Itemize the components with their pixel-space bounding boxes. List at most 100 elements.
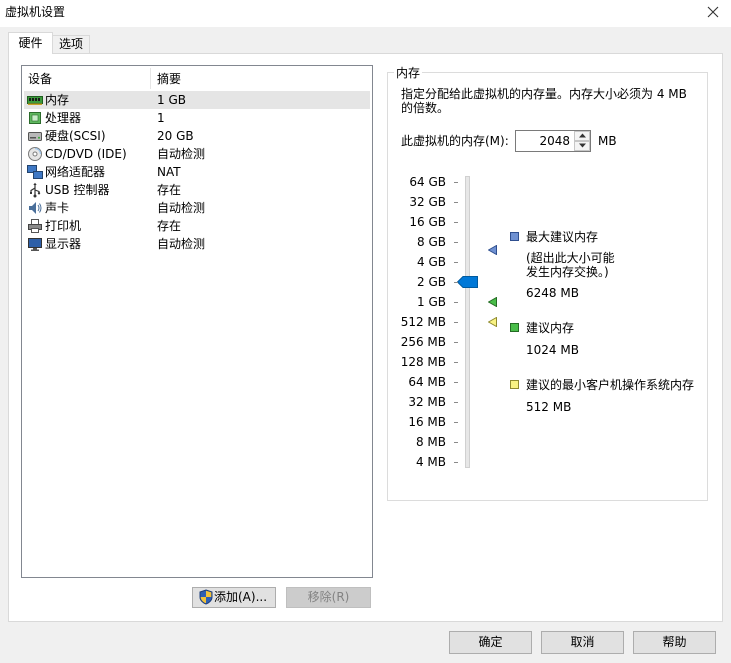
device-summary: 20 GB	[157, 129, 194, 143]
scale-label: 64 MB	[408, 375, 446, 389]
display-icon	[27, 236, 43, 252]
column-header-summary[interactable]: 摘要	[157, 72, 181, 86]
device-row-network-adapter[interactable]: 网络适配器 NAT	[24, 163, 370, 181]
cancel-button[interactable]: 取消	[541, 631, 624, 654]
scale-label: 512 MB	[400, 315, 446, 329]
network-adapter-icon	[27, 164, 43, 180]
spin-up-button[interactable]	[574, 131, 590, 141]
device-name: 处理器	[45, 111, 82, 125]
legend-recommended-value: 1024 MB	[526, 343, 579, 357]
add-device-button[interactable]: 添加(A)...	[192, 587, 276, 608]
device-summary: 自动检测	[157, 237, 206, 251]
up-arrow-icon	[578, 133, 586, 138]
scale-tick	[454, 342, 458, 343]
device-name: 声卡	[45, 201, 70, 215]
close-button[interactable]	[707, 6, 719, 18]
scale-label: 64 GB	[409, 175, 446, 189]
scale-tick	[454, 322, 458, 323]
device-row-usb-controller[interactable]: USB 控制器 存在	[24, 181, 370, 199]
memory-slider-track[interactable]	[465, 176, 470, 468]
memory-description-line: 指定分配给此虚拟机的内存量。内存大小必须为 4 MB	[401, 87, 687, 101]
hard-disk-icon	[27, 128, 43, 144]
device-row-display[interactable]: 显示器 自动检测	[24, 235, 370, 253]
device-summary: 1 GB	[157, 93, 186, 107]
device-name: CD/DVD (IDE)	[45, 147, 127, 161]
max-recommended-marker	[488, 244, 497, 255]
scale-label: 1 GB	[417, 295, 446, 309]
memory-group-title: 内存	[394, 66, 423, 80]
window-title: 虚拟机设置	[5, 5, 66, 19]
scale-label: 4 MB	[415, 455, 446, 469]
memory-description-line: 的倍数。	[401, 101, 450, 115]
device-summary: 自动检测	[157, 147, 206, 161]
help-button[interactable]: 帮助	[633, 631, 716, 654]
add-device-label: 添加(A)...	[214, 590, 268, 604]
min-guest-marker	[488, 317, 497, 327]
scale-tick	[454, 362, 458, 363]
device-name: 打印机	[45, 219, 82, 233]
spin-down-button[interactable]	[574, 141, 590, 151]
device-summary: NAT	[157, 165, 181, 179]
close-icon	[707, 6, 719, 18]
cd-dvd-icon	[27, 146, 43, 162]
scale-tick	[454, 242, 458, 243]
scale-label: 8 MB	[415, 435, 446, 449]
ok-button[interactable]: 确定	[449, 631, 532, 654]
scale-label: 32 MB	[408, 395, 446, 409]
scale-label: 8 GB	[417, 235, 446, 249]
remove-device-button[interactable]: 移除(R)	[286, 587, 371, 608]
device-row-printer[interactable]: 打印机 存在	[24, 217, 370, 235]
scale-tick	[454, 382, 458, 383]
legend-recommended-label: 建议内存	[526, 321, 575, 335]
device-row-processor[interactable]: 处理器 1	[24, 109, 370, 127]
column-header-device[interactable]: 设备	[28, 72, 52, 86]
printer-icon	[27, 218, 43, 234]
tab-hardware[interactable]: 硬件	[8, 32, 53, 54]
scale-label: 16 GB	[409, 215, 446, 229]
memory-slider-thumb[interactable]	[457, 276, 478, 288]
memory-icon	[27, 92, 43, 108]
scale-tick	[454, 262, 458, 263]
legend-max-recommended-note: (超出此大小可能	[526, 251, 615, 265]
device-summary: 1	[157, 111, 165, 125]
scale-tick	[454, 442, 458, 443]
memory-unit: MB	[598, 134, 617, 148]
recommended-swatch	[510, 323, 519, 332]
device-summary: 自动检测	[157, 201, 206, 215]
max-recommended-swatch	[510, 232, 519, 241]
device-name: USB 控制器	[45, 183, 110, 197]
device-row-cd-dvd[interactable]: CD/DVD (IDE) 自动检测	[24, 145, 370, 163]
scale-label: 2 GB	[417, 275, 446, 289]
tab-options[interactable]: 选项	[52, 35, 90, 53]
device-row-memory[interactable]: 内存 1 GB	[24, 91, 370, 109]
usb-icon	[27, 182, 43, 198]
device-name: 内存	[45, 93, 70, 107]
scale-label: 128 MB	[400, 355, 446, 369]
memory-slider: 64 GB 32 GB 16 GB 8 GB 4 GB 2 GB 1 GB 512 MB 256…	[400, 170, 500, 475]
scale-label: 16 MB	[408, 415, 446, 429]
title-bar	[0, 0, 731, 27]
device-summary: 存在	[157, 183, 182, 197]
scale-label: 32 GB	[409, 195, 446, 209]
recommended-marker	[488, 297, 497, 307]
device-name: 硬盘(SCSI)	[45, 129, 106, 143]
device-row-hard-disk[interactable]: 硬盘(SCSI) 20 GB	[24, 127, 370, 145]
uac-shield-icon	[198, 589, 214, 608]
legend-min-guest-label: 建议的最小客户机操作系统内存	[526, 378, 695, 392]
device-row-sound-card[interactable]: 声卡 自动检测	[24, 199, 370, 217]
device-summary: 存在	[157, 219, 182, 233]
device-rows: 内存 1 GB 处理器 1 硬盘(SCSI) 20 GB CD/DVD (IDE…	[24, 91, 370, 253]
scale-tick	[454, 402, 458, 403]
memory-size-spinner	[515, 130, 591, 152]
scale-label: 4 GB	[417, 255, 446, 269]
scale-tick	[454, 222, 458, 223]
legend-max-recommended-label: 最大建议内存	[526, 230, 599, 244]
device-list: 设备 摘要 内存 1 GB 处理器 1 硬盘(SCSI) 20 GB CD/DV…	[21, 65, 373, 578]
device-name: 网络适配器	[45, 165, 106, 179]
memory-size-input[interactable]	[516, 131, 572, 151]
scale-tick	[454, 462, 458, 463]
down-arrow-icon	[578, 143, 586, 148]
column-divider[interactable]	[150, 68, 151, 89]
min-guest-swatch	[510, 380, 519, 389]
scale-label: 256 MB	[400, 335, 446, 349]
